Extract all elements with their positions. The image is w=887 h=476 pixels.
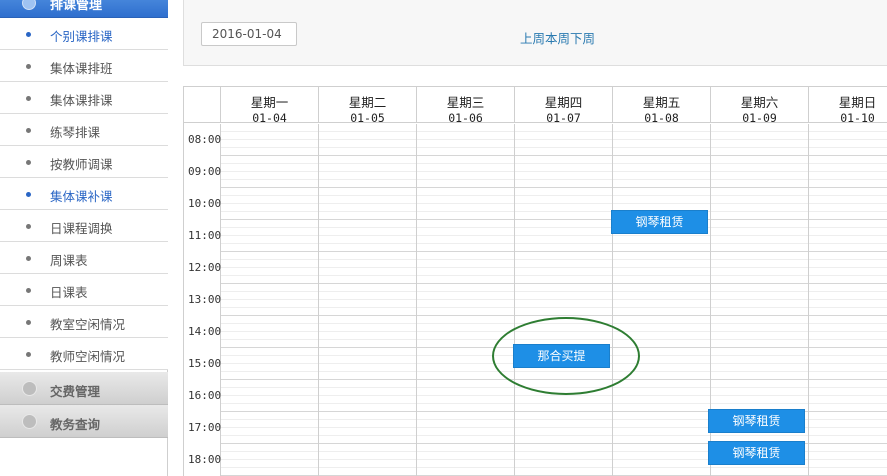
hour-row[interactable]: 08:00 [184,124,887,156]
sidebar-item-classroom-availability[interactable]: 教室空闲情况 [0,306,168,338]
hour-row[interactable]: 12:00 [184,252,887,284]
sidebar-item-individual-scheduling[interactable]: 个别课排课 [0,18,168,50]
sidebar-section-label: 教务查询 [50,417,101,432]
date-label: 01-09 [742,111,777,125]
toolbar-panel: 上周本周下周 [183,0,887,66]
bullet-icon [26,288,31,293]
sidebar-item-label: 集体课排课 [50,93,113,108]
next-week-link[interactable]: 下周 [570,31,595,46]
weekday-label: 星期三 [446,95,485,110]
date-label: 01-10 [840,111,875,125]
weekday-label: 星期六 [740,95,779,110]
time-label: 09:00 [184,156,221,188]
bullet-icon [26,192,31,197]
sidebar: 排课管理 个别课排课 集体课排班 集体课排课 练琴排课 按教师调课 集体课补课 … [0,0,168,476]
sidebar-item-label: 日课表 [50,285,88,300]
sidebar-item-label: 练琴排课 [50,125,101,140]
sidebar-item-practice-scheduling[interactable]: 练琴排课 [0,114,168,146]
bullet-icon [26,128,31,133]
event-piano-rental-fri[interactable]: 钢琴租赁 [611,210,708,234]
sidebar-section-fees[interactable]: 交费管理 [0,372,168,405]
hour-row[interactable]: 09:00 [184,156,887,188]
weekday-label: 星期日 [838,95,877,110]
current-week-link[interactable]: 本周 [545,31,570,46]
hour-row[interactable]: 13:00 [184,284,887,316]
week-navigation: 上周本周下周 [520,28,595,47]
day-header-tue: 星期二 01-05 [319,87,417,125]
day-header-fri: 星期五 01-08 [613,87,711,125]
date-input[interactable] [201,22,297,46]
time-label: 13:00 [184,284,221,316]
day-divider [808,124,809,476]
sidebar-item-group-makeup[interactable]: 集体课补课 [0,178,168,210]
time-label: 17:00 [184,412,221,444]
day-divider [612,124,613,476]
date-label: 01-06 [448,111,483,125]
weekday-label: 星期五 [642,95,681,110]
sidebar-item-label: 日课程调换 [50,221,113,236]
weekday-label: 星期二 [348,95,387,110]
sidebar-item-group-class-arrangement[interactable]: 集体课排班 [0,50,168,82]
highlight-annotation-ring [492,317,640,395]
scheduling-icon [22,0,36,10]
sidebar-section-academic-query[interactable]: 教务查询 [0,405,168,438]
bullet-icon [26,256,31,261]
day-divider [514,124,515,476]
sidebar-item-daily-timetable[interactable]: 日课表 [0,274,168,306]
date-label: 01-04 [252,111,287,125]
event-piano-rental-sat-1[interactable]: 钢琴租赁 [708,409,805,433]
sidebar-group-scheduling[interactable]: 排课管理 [0,0,168,18]
hour-row[interactable]: 11:00 [184,220,887,252]
time-label: 16:00 [184,380,221,412]
header-corner [184,87,221,123]
date-label: 01-07 [546,111,581,125]
sidebar-group-label: 排课管理 [50,0,103,13]
event-piano-rental-sat-2[interactable]: 钢琴租赁 [708,441,805,465]
day-header-thu: 星期四 01-07 [515,87,613,125]
time-label: 08:00 [184,124,221,156]
sidebar-section-label: 交费管理 [50,384,101,399]
bullet-icon [26,160,31,165]
day-header-sun: 星期日 01-10 [809,87,887,125]
sidebar-item-label: 集体课补课 [50,189,113,204]
weekday-label: 星期四 [544,95,583,110]
day-header-sat: 星期六 01-09 [711,87,809,125]
day-header-wed: 星期三 01-06 [417,87,515,125]
bullet-icon [26,96,31,101]
hour-row[interactable]: 10:00 [184,188,887,220]
bullet-icon [26,224,31,229]
query-icon [22,414,37,429]
sidebar-item-label: 集体课排班 [50,61,113,76]
bullet-icon [26,32,31,37]
weekday-label: 星期一 [250,95,289,110]
bullet-icon [26,320,31,325]
bullet-icon [26,352,31,357]
sidebar-item-label: 教师空闲情况 [50,349,126,364]
bullet-icon [26,64,31,69]
fees-icon [22,381,37,396]
time-label: 15:00 [184,348,221,380]
sidebar-item-label: 个别课排课 [50,29,113,44]
time-label: 18:00 [184,444,221,476]
day-divider [318,124,319,476]
time-label: 10:00 [184,188,221,220]
day-header-mon: 星期一 01-04 [221,87,319,125]
day-divider [416,124,417,476]
sidebar-item-teacher-reschedule[interactable]: 按教师调课 [0,146,168,178]
time-label: 14:00 [184,316,221,348]
date-label: 01-05 [350,111,385,125]
sidebar-item-teacher-availability[interactable]: 教师空闲情况 [0,338,168,370]
date-label: 01-08 [644,111,679,125]
time-label: 12:00 [184,252,221,284]
time-label: 11:00 [184,220,221,252]
sidebar-item-group-class-scheduling[interactable]: 集体课排课 [0,82,168,114]
prev-week-link[interactable]: 上周 [520,31,545,46]
sidebar-item-label: 周课表 [50,253,88,268]
sidebar-item-label: 教室空闲情况 [50,317,126,332]
sidebar-item-weekly-timetable[interactable]: 周课表 [0,242,168,274]
sidebar-item-label: 按教师调课 [50,157,113,172]
calendar-header: 星期一 01-04 星期二 01-05 星期三 01-06 星期四 01-07 … [184,87,887,125]
sidebar-item-daily-swap[interactable]: 日课程调换 [0,210,168,242]
